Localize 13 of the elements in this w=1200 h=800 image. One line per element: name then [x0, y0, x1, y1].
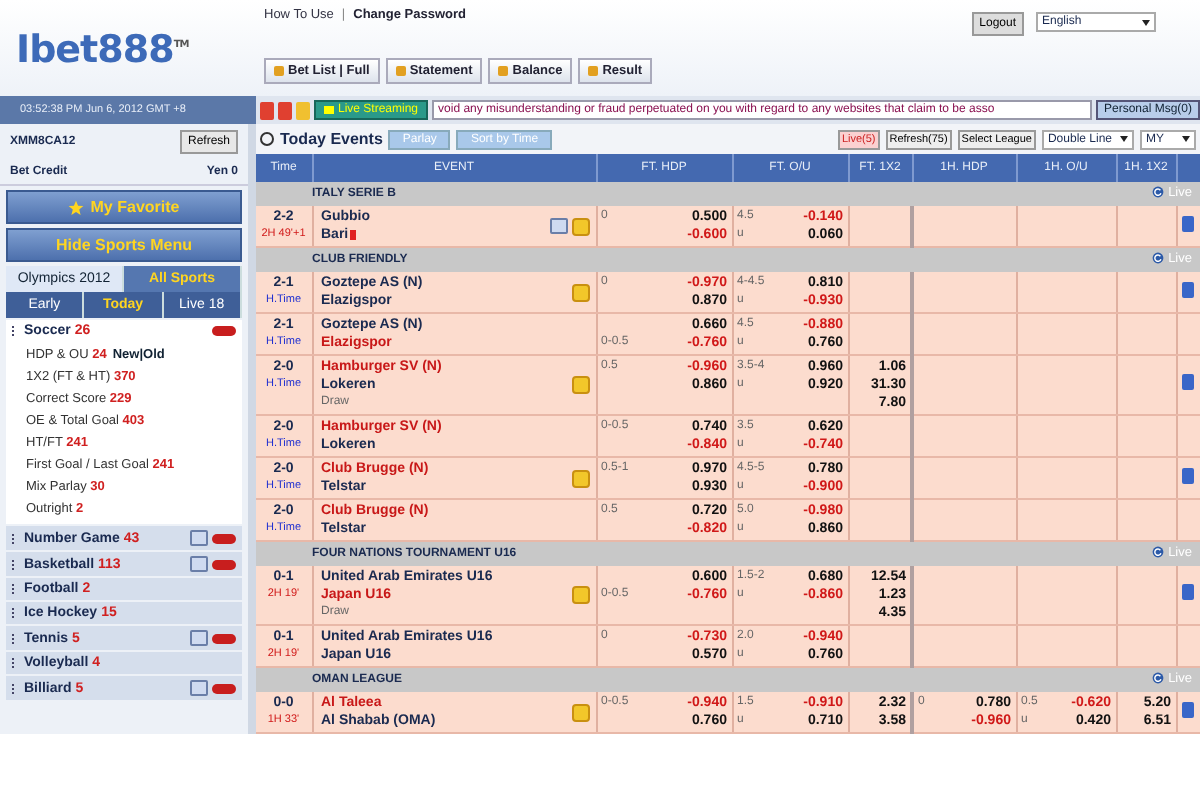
- favorite-icon[interactable]: [571, 586, 589, 604]
- caret-icon: [1120, 136, 1128, 142]
- star-icon: [68, 199, 85, 215]
- caret-icon: [1182, 136, 1190, 142]
- events-title: Today Events: [280, 130, 383, 148]
- favorite-icon[interactable]: [571, 469, 589, 487]
- tv-icon[interactable]: [549, 218, 567, 234]
- favorite-icon[interactable]: [571, 217, 589, 235]
- logo[interactable]: Ibet888$^{TM}$: [0, 0, 236, 96]
- favorite-icon[interactable]: [571, 283, 589, 301]
- favorite-icon[interactable]: [571, 703, 589, 721]
- caret-icon: [1142, 19, 1150, 25]
- favorite-icon[interactable]: [571, 376, 589, 394]
